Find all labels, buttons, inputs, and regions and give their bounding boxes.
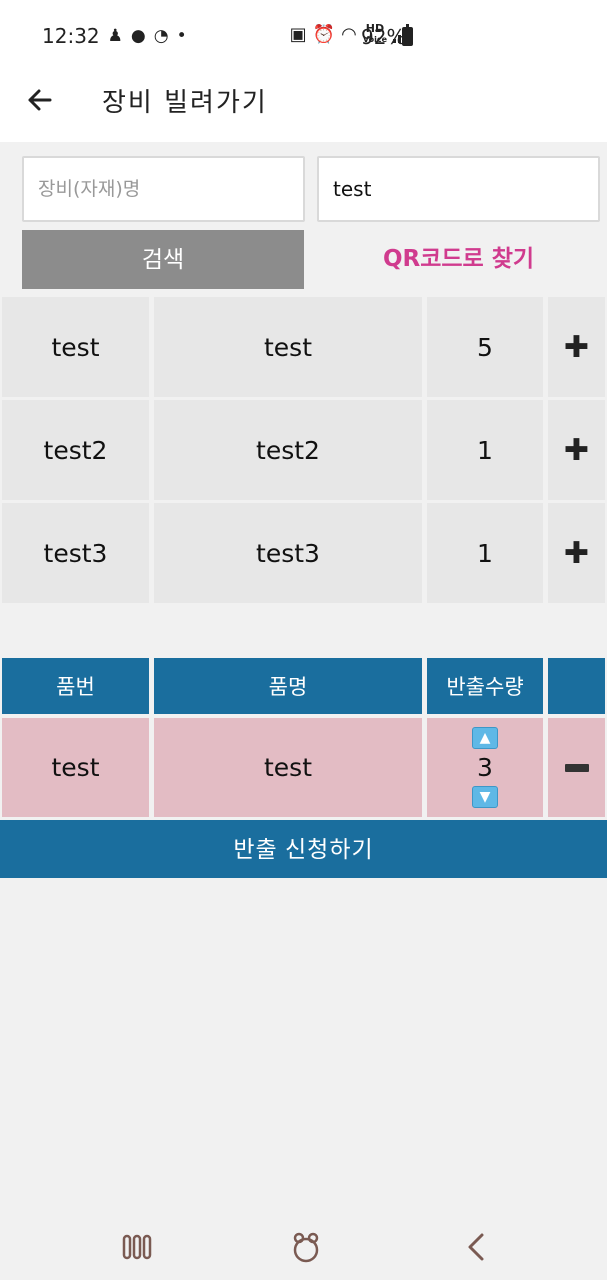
cart-part-no: test bbox=[2, 718, 149, 817]
recent-apps-icon[interactable] bbox=[117, 1230, 157, 1264]
alarm-icon: ⏰ bbox=[312, 24, 336, 45]
timer-icon: ◔ bbox=[153, 26, 169, 46]
qr-search-link[interactable]: QR코드로 찾기 bbox=[317, 230, 600, 289]
app-bar: 장비 빌려가기 bbox=[0, 72, 607, 142]
page-title: 장비 빌려가기 bbox=[102, 88, 268, 118]
equipment-name-input[interactable] bbox=[22, 156, 305, 222]
notification-person-icon: ♟ bbox=[107, 26, 123, 46]
result-quantity: 1 bbox=[427, 503, 543, 603]
kakaotalk-icon: ● bbox=[130, 26, 146, 46]
header-quantity: 반출수량 bbox=[427, 658, 543, 714]
home-icon[interactable] bbox=[286, 1230, 326, 1264]
quantity-stepper: ▲ 3 ▼ bbox=[427, 718, 543, 817]
add-button[interactable]: ✚ bbox=[548, 503, 605, 603]
result-row: test3 test3 1 ✚ bbox=[0, 503, 607, 603]
equipment-code-input[interactable] bbox=[317, 156, 600, 222]
cart-quantity: 3 bbox=[477, 753, 493, 782]
plus-icon: ✚ bbox=[563, 535, 590, 571]
status-left: 12:32 ♟ ● ◔ • bbox=[42, 24, 187, 48]
header-action bbox=[548, 658, 605, 714]
result-quantity: 1 bbox=[427, 400, 543, 500]
result-name: test bbox=[154, 297, 422, 397]
submit-checkout-button[interactable]: 반출 신청하기 bbox=[0, 820, 607, 878]
header-part-no: 품번 bbox=[2, 658, 149, 714]
result-row: test2 test2 1 ✚ bbox=[0, 400, 607, 500]
chevron-left-icon[interactable] bbox=[456, 1230, 496, 1264]
add-button[interactable]: ✚ bbox=[548, 400, 605, 500]
result-row: test test 5 ✚ bbox=[0, 297, 607, 397]
result-part-no: test2 bbox=[2, 400, 149, 500]
system-nav-bar bbox=[0, 1210, 607, 1280]
remove-button[interactable] bbox=[548, 718, 605, 817]
minus-icon bbox=[564, 763, 589, 772]
plus-icon: ✚ bbox=[563, 432, 590, 468]
triangle-up-icon[interactable]: ▲ bbox=[472, 727, 498, 749]
result-name: test2 bbox=[154, 400, 422, 500]
result-part-no: test3 bbox=[2, 503, 149, 603]
header-name: 품명 bbox=[154, 658, 422, 714]
battery-icon bbox=[402, 24, 413, 46]
add-button[interactable]: ✚ bbox=[548, 297, 605, 397]
result-part-no: test bbox=[2, 297, 149, 397]
result-quantity: 5 bbox=[427, 297, 543, 397]
plus-icon: ✚ bbox=[563, 329, 590, 365]
search-section: 검색 QR코드로 찾기 bbox=[0, 142, 607, 297]
wifi-icon: ◠ bbox=[341, 24, 357, 45]
status-time: 12:32 bbox=[42, 24, 100, 48]
triangle-down-icon[interactable]: ▼ bbox=[472, 786, 498, 808]
status-bar: 12:32 ♟ ● ◔ • ▣ ⏰ ◠ HD Voice 92% bbox=[0, 0, 607, 72]
search-button[interactable]: 검색 bbox=[22, 230, 304, 289]
battery-saver-icon: ▣ bbox=[289, 24, 307, 45]
result-name: test3 bbox=[154, 503, 422, 603]
more-notifications-icon: • bbox=[176, 26, 187, 46]
battery-percentage: 92% bbox=[361, 25, 406, 49]
cart-name: test bbox=[154, 718, 422, 817]
arrow-left-icon[interactable] bbox=[22, 82, 58, 118]
